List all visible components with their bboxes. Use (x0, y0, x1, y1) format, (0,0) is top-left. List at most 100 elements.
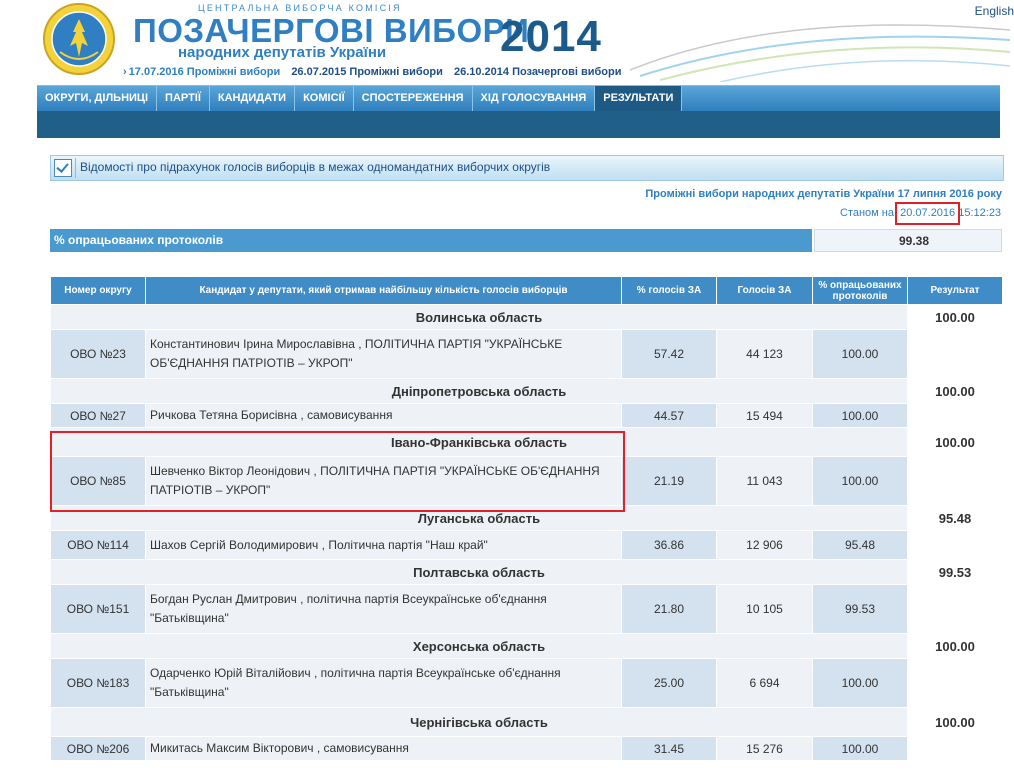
percent-for-cell: 25.00 (621, 658, 717, 708)
panel-title: Відомості про підрахунок голосів виборці… (80, 160, 551, 174)
region-result: 100.00 (907, 304, 1003, 330)
region-row: Херсонська область 100.00 (50, 633, 1003, 659)
region-result: 100.00 (907, 707, 1003, 737)
processed-cell: 100.00 (812, 658, 908, 708)
table-row: ОВО №183 Одарченко Юрій Віталійович , по… (50, 658, 1003, 708)
processed-cell: 99.53 (812, 584, 908, 634)
candidate-cell: Ричкова Тетяна Борисівна , самовисування (145, 403, 622, 428)
col-result: Результат (907, 276, 1003, 305)
processed-bar: % опрацьованих протоколів (50, 229, 812, 252)
votes-for-cell: 44 123 (716, 329, 813, 379)
district-link[interactable]: ОВО №23 (50, 329, 146, 379)
percent-for-cell: 21.19 (621, 456, 717, 506)
candidate-cell: Микитась Максим Вікторович , самовисуван… (145, 736, 622, 761)
checkbox-icon (54, 159, 72, 177)
region-name: Полтавська область (50, 559, 908, 585)
election-link-2016[interactable]: 17.07.2016 Проміжні вибори (129, 66, 281, 78)
table-row: ОВО №206 Микитась Максим Вікторович , са… (50, 736, 1003, 761)
arrow-right-icon: › (123, 66, 127, 78)
processed-cell: 100.00 (812, 329, 908, 379)
candidate-cell: Шахов Сергій Володимирович , Політична п… (145, 530, 622, 560)
table-row: ОВО №23 Константинович Ірина Мирославівн… (50, 329, 1003, 379)
votes-for-cell: 15 494 (716, 403, 813, 428)
candidate-cell: Одарченко Юрій Віталійович , політична п… (145, 658, 622, 708)
percent-for-cell: 36.86 (621, 530, 717, 560)
election-subtitle-link[interactable]: Проміжні вибори народних депутатів Украї… (645, 188, 1002, 200)
col-processed: % опрацьованих протоколів (812, 276, 908, 305)
election-subtitle: народних депутатів України (178, 44, 387, 61)
district-link[interactable]: ОВО №206 (50, 736, 146, 761)
processed-cell: 100.00 (812, 456, 908, 506)
region-result: 99.53 (907, 559, 1003, 585)
votes-for-cell: 11 043 (716, 456, 813, 506)
processed-cell: 100.00 (812, 403, 908, 428)
votes-for-cell: 6 694 (716, 658, 813, 708)
district-link[interactable]: ОВО №183 (50, 658, 146, 708)
region-row: Полтавська область 99.53 (50, 559, 1003, 585)
cec-emblem-icon[interactable] (40, 2, 118, 76)
region-name: Херсонська область (50, 633, 908, 659)
election-links: › 17.07.2016 Проміжні вибори 26.07.2015 П… (123, 66, 629, 78)
col-votes-for: Голосів ЗА (716, 276, 813, 305)
percent-for-cell: 21.80 (621, 584, 717, 634)
district-link[interactable]: ОВО №27 (50, 403, 146, 428)
result-cell (907, 403, 1003, 428)
region-result: 100.00 (907, 378, 1003, 404)
table-row: ОВО №151 Богдан Руслан Дмитрович , політ… (50, 584, 1003, 634)
processed-cell: 100.00 (812, 736, 908, 761)
nav-commissions[interactable]: КОМІСІЇ (295, 86, 354, 111)
processed-cell: 95.48 (812, 530, 908, 560)
result-cell (907, 584, 1003, 634)
election-link-2014[interactable]: 26.10.2014 Позачергові вибори (454, 66, 622, 78)
district-link[interactable]: ОВО №151 (50, 584, 146, 634)
region-name: Дніпропетровська область (50, 378, 908, 404)
nav-results[interactable]: РЕЗУЛЬТАТИ (595, 86, 683, 111)
nav-parties[interactable]: ПАРТІЇ (157, 86, 210, 111)
nav-candidates[interactable]: КАНДИДАТИ (210, 86, 296, 111)
processed-value-box: 99.38 (814, 229, 1002, 252)
col-candidate: Кандидат у депутати, який отримав найбіл… (145, 276, 622, 305)
nav-districts[interactable]: ОКРУГИ, ДІЛЬНИЦІ (37, 86, 158, 111)
result-cell (907, 530, 1003, 560)
section-panel-header: Відомості про підрахунок голосів виборці… (50, 155, 1004, 181)
region-row: Чернігівська область 100.00 (50, 707, 1003, 737)
election-link-2015[interactable]: 26.07.2015 Проміжні вибори (291, 66, 443, 78)
site-header: ЦЕНТРАЛЬНА ВИБОРЧА КОМІСІЯ ПОЗАЧЕРГОВІ В… (0, 0, 1014, 82)
candidate-cell: Константинович Ірина Мирославівна , ПОЛІ… (145, 329, 622, 379)
table-row: ОВО №27 Ричкова Тетяна Борисівна , самов… (50, 403, 1003, 428)
result-cell (907, 736, 1003, 761)
as-of-label: Станом на (840, 207, 894, 219)
table-row: ОВО №114 Шахов Сергій Володимирович , По… (50, 530, 1003, 560)
region-row: Волинська область 100.00 (50, 304, 1003, 330)
col-district: Номер округу (50, 276, 146, 305)
region-name: Чернігівська область (50, 707, 908, 737)
processed-label: % опрацьованих протоколів (54, 233, 224, 247)
table-header-row: Номер округу Кандидат у депутати, який о… (50, 276, 1003, 305)
as-of-time: 15:12:23 (958, 207, 1002, 219)
nav-observation[interactable]: СПОСТЕРЕЖЕННЯ (354, 86, 473, 111)
col-percent-for: % голосів ЗА (621, 276, 717, 305)
main-nav: ОКРУГИ, ДІЛЬНИЦІ ПАРТІЇ КАНДИДАТИ КОМІСІ… (37, 85, 1000, 111)
votes-for-cell: 12 906 (716, 530, 813, 560)
result-cell (907, 456, 1003, 506)
region-result: 100.00 (907, 427, 1003, 457)
region-name: Волинська область (50, 304, 908, 330)
result-cell (907, 329, 1003, 379)
candidate-cell: Богдан Руслан Дмитрович , політична парт… (145, 584, 622, 634)
district-link[interactable]: ОВО №114 (50, 530, 146, 560)
percent-for-cell: 44.57 (621, 403, 717, 428)
region-row: Дніпропетровська область 100.00 (50, 378, 1003, 404)
processed-value: 99.38 (898, 234, 929, 248)
percent-for-cell: 57.42 (621, 329, 717, 379)
decorative-swoosh (629, 24, 1011, 82)
panel-divider (75, 158, 76, 178)
result-cell (907, 658, 1003, 708)
election-year: 2014 (500, 12, 602, 61)
results-table: Номер округу Кандидат у депутати, який о… (50, 276, 1003, 761)
sub-nav-bar (37, 111, 1000, 138)
percent-for-cell: 31.45 (621, 736, 717, 761)
language-link-english[interactable]: English (975, 4, 1014, 18)
date-highlight-box (895, 202, 960, 225)
nav-voting-progress[interactable]: ХІД ГОЛОСУВАННЯ (473, 86, 596, 111)
highlight-box (50, 431, 625, 512)
